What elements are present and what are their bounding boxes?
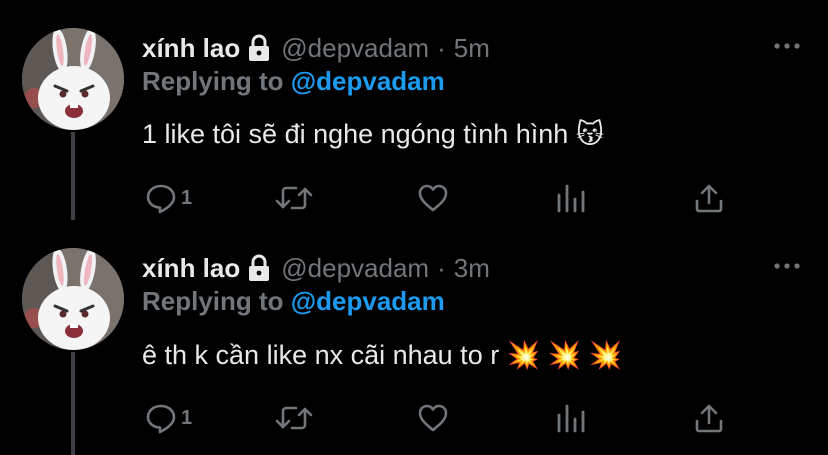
tweet-actions: 1 [140,178,740,218]
avatar[interactable] [22,248,124,350]
share-button[interactable] [692,398,726,438]
like-button[interactable] [416,398,450,438]
tweet-actions: 1 [140,398,740,438]
separator-dot: · [437,32,446,63]
lock-icon [247,254,271,282]
tweet[interactable]: xính lao @depvadam · 3m Replying to @dep… [0,220,828,455]
reply-count: 1 [181,406,193,429]
display-name[interactable]: xính lao [142,33,240,64]
timestamp[interactable]: 3m [454,253,490,284]
thread-line [71,352,75,455]
like-icon [418,404,448,432]
replying-to-label: Replying to [142,66,284,96]
like-button[interactable] [416,178,450,218]
replying-to-mention[interactable]: @depvadam [291,66,445,96]
display-name[interactable]: xính lao [142,253,240,284]
retweet-icon [275,406,313,430]
reply-icon [146,404,176,434]
more-options-icon[interactable] [772,36,802,56]
analytics-button[interactable] [554,398,588,438]
share-icon [695,184,723,213]
thread-line [71,132,75,220]
share-button[interactable] [692,178,726,218]
retweet-icon [275,186,313,210]
user-handle[interactable]: @depvadam [281,253,429,284]
retweet-button[interactable] [274,178,314,218]
reply-icon [146,184,176,214]
tweet-header: xính lao @depvadam · 5m [142,30,490,66]
tweet-text: 1 like tôi sẽ đi nghe ngóng tình hình 😽 [142,119,604,149]
analytics-button[interactable] [554,178,588,218]
retweet-button[interactable] [274,398,314,438]
tweet-text: ê th k cần like nx cãi nhau to r 💥 💥 💥 [142,340,623,370]
replying-to-mention[interactable]: @depvadam [291,286,445,316]
replying-to-label: Replying to [142,286,284,316]
share-icon [695,404,723,433]
reply-count: 1 [181,186,193,209]
separator-dot: · [437,252,446,283]
tweet-header: xính lao @depvadam · 3m [142,250,490,286]
user-handle[interactable]: @depvadam [281,33,429,64]
more-options-icon[interactable] [772,256,802,276]
replying-to: Replying to @depvadam [142,286,445,317]
like-icon [418,184,448,212]
analytics-icon [557,404,585,433]
timestamp[interactable]: 5m [454,33,490,64]
avatar[interactable] [22,28,124,130]
reply-button[interactable]: 1 [144,178,192,218]
replying-to: Replying to @depvadam [142,66,445,97]
lock-icon [247,34,271,62]
reply-button[interactable]: 1 [144,398,192,438]
analytics-icon [557,184,585,213]
tweet[interactable]: xính lao @depvadam · 5m Replying to @dep… [0,0,828,220]
